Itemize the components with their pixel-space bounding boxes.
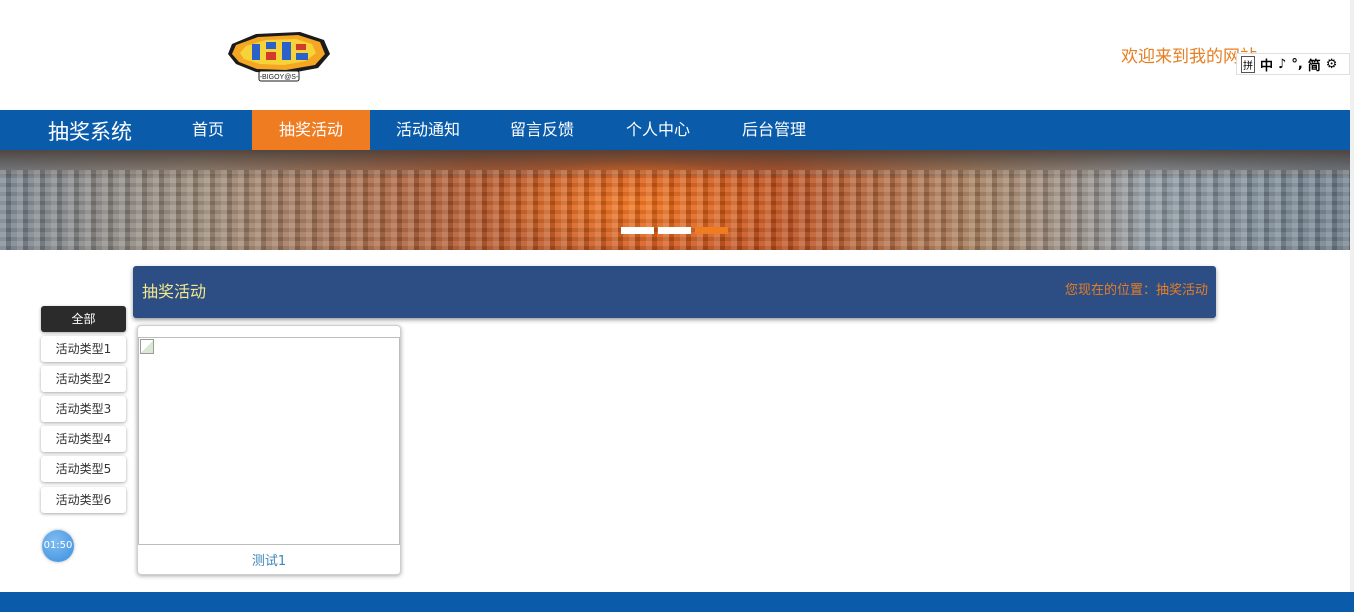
ime-simplified-mode[interactable]: 简 <box>1308 55 1321 74</box>
ime-toolbar[interactable]: 拼 中 ♪ °, 简 ⚙ <box>1236 53 1350 75</box>
banner-cityscape-image <box>0 170 1350 250</box>
nav-item-admin[interactable]: 后台管理 <box>728 110 820 150</box>
category-type-3[interactable]: 活动类型3 <box>41 396 126 422</box>
nav-item-feedback[interactable]: 留言反馈 <box>496 110 588 150</box>
ime-pinyin-icon[interactable]: 拼 <box>1241 55 1255 73</box>
ime-punctuation-icon[interactable]: °, <box>1291 57 1302 72</box>
activity-title[interactable]: 测试1 <box>138 550 400 569</box>
ime-settings-icon[interactable]: ⚙ <box>1326 57 1338 72</box>
breadcrumb: 您现在的位置：抽奖活动 <box>1064 283 1208 298</box>
clock-widget[interactable]: 01:50 <box>42 530 74 562</box>
logo-graphic: -BIGOY@S- <box>228 32 330 82</box>
activity-image[interactable] <box>138 337 400 545</box>
category-all[interactable]: 全部 <box>41 306 126 332</box>
activity-card[interactable]: 测试1 <box>137 325 401 575</box>
category-type-2[interactable]: 活动类型2 <box>41 366 126 392</box>
category-type-4[interactable]: 活动类型4 <box>41 426 126 452</box>
carousel-dot-3[interactable] <box>695 227 728 234</box>
broken-image-icon <box>140 339 154 354</box>
category-type-5[interactable]: 活动类型5 <box>41 456 126 482</box>
carousel-dot-2[interactable] <box>658 227 691 234</box>
nav-item-notice[interactable]: 活动通知 <box>382 110 474 150</box>
nav-item-lottery[interactable]: 抽奖活动 <box>252 110 370 150</box>
category-type-6[interactable]: 活动类型6 <box>41 487 126 513</box>
nav-item-profile[interactable]: 个人中心 <box>612 110 704 150</box>
ime-moon-icon[interactable]: ♪ <box>1278 57 1286 72</box>
footer-bar <box>0 592 1354 612</box>
banner-carousel[interactable] <box>0 150 1350 250</box>
main-nav: 抽奖系统 首页 抽奖活动 活动通知 留言反馈 个人中心 后台管理 <box>0 110 1350 150</box>
category-type-1[interactable]: 活动类型1 <box>41 336 126 362</box>
page-scrollbar[interactable] <box>1350 0 1354 612</box>
section-header: 抽奖活动 您现在的位置：抽奖活动 <box>133 266 1216 318</box>
logo-text: -BIGOY@S- <box>260 74 299 81</box>
nav-brand[interactable]: 抽奖系统 <box>48 116 132 146</box>
carousel-dot-1[interactable] <box>621 227 654 234</box>
nav-item-home[interactable]: 首页 <box>175 110 241 150</box>
ime-chinese-mode[interactable]: 中 <box>1260 55 1273 74</box>
site-logo: -BIGOY@S- <box>226 30 332 82</box>
section-title: 抽奖活动 <box>142 282 207 301</box>
